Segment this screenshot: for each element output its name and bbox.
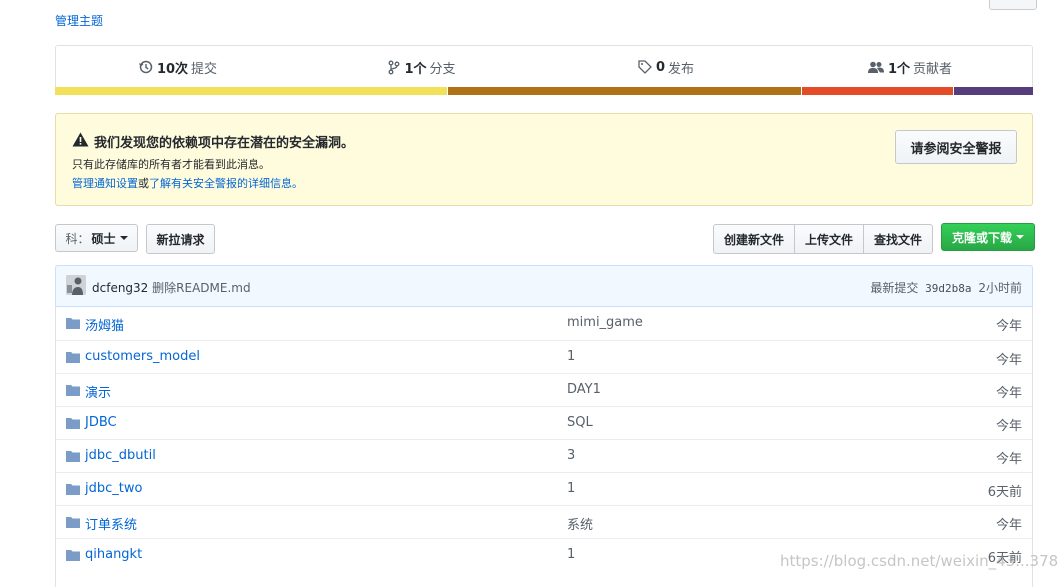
clone-download-button[interactable]: 克隆或下载 <box>941 223 1035 251</box>
file-name-link[interactable]: jdbc_dbutil <box>85 448 156 463</box>
commit-author-message: dcfeng32 删除README.md <box>92 279 251 296</box>
branch-prefix: 科： <box>65 231 90 246</box>
commits-count: 10次 <box>156 61 189 77</box>
clone-label: 克隆或下载 <box>951 230 1012 245</box>
table-row: jdbc_dbutil 3 今年 <box>56 439 1032 472</box>
folder-icon <box>66 483 80 499</box>
file-age: 今年 <box>995 452 1022 467</box>
file-name-link[interactable]: 汤姆猫 <box>85 315 124 334</box>
file-name-link[interactable]: qihangkt <box>85 547 142 562</box>
watermark: https://blog.csdn.net/weixin_43...378 <box>780 552 1059 570</box>
contributors-summary[interactable]: 1个 贡献者 <box>788 46 1032 88</box>
people-icon <box>867 61 884 74</box>
alert-title-row: 我们发现您的依赖项中存在潜在的安全漏洞。 <box>72 132 354 151</box>
folder-icon <box>66 549 80 565</box>
avatar[interactable] <box>66 275 86 295</box>
file-actions-group: 创建新文件 上传文件 查找文件 <box>713 224 934 254</box>
view-security-alerts-button[interactable]: 请参阅安全警报 <box>895 130 1017 164</box>
contributors-label: 贡献者 <box>913 61 953 77</box>
learn-more-alerts-link[interactable]: 了解有关安全警报的详细信息。 <box>149 177 303 190</box>
table-row: JDBC SQL 今年 <box>56 406 1032 439</box>
latest-commit-label: 最新提交 <box>870 281 919 295</box>
file-name-link[interactable]: 订单系统 <box>85 514 137 533</box>
file-age: 今年 <box>995 518 1022 533</box>
chevron-down-icon <box>119 236 128 240</box>
manage-topics-link[interactable]: 管理主题 <box>55 12 103 29</box>
table-row: 订单系统 系统 今年 <box>56 505 1032 538</box>
tag-icon <box>638 60 652 74</box>
table-row: jdbc_two 1 6天前 <box>56 472 1032 505</box>
folder-icon <box>66 450 80 466</box>
file-commit-message[interactable]: 系统 <box>567 514 593 533</box>
file-commit-message[interactable]: DAY1 <box>567 382 601 397</box>
file-name-link[interactable]: JDBC <box>85 415 117 430</box>
file-age: 今年 <box>995 386 1022 401</box>
branch-name: 硕士 <box>91 231 116 246</box>
branches-label: 分支 <box>429 61 456 77</box>
file-commit-message[interactable]: mimi_game <box>567 315 643 330</box>
branch-select-button[interactable]: 科： 硕士 <box>55 224 138 252</box>
file-commit-message[interactable]: SQL <box>567 415 593 430</box>
manage-notifications-link[interactable]: 管理通知设置 <box>72 177 138 190</box>
folder-icon <box>66 317 80 333</box>
language-bar-segment[interactable] <box>447 87 801 95</box>
contributors-count: 1个 <box>887 61 911 77</box>
releases-count: 0 <box>655 59 666 75</box>
file-age: 今年 <box>995 419 1022 434</box>
git-branch-icon <box>388 60 400 75</box>
security-alert: 我们发现您的依赖项中存在潜在的安全漏洞。 只有此存储库的所有者才能看到此消息。 … <box>55 113 1033 206</box>
history-icon <box>138 60 153 74</box>
file-commit-message[interactable]: 1 <box>567 349 575 364</box>
commits-label: 提交 <box>191 61 218 77</box>
file-commit-message[interactable]: 1 <box>567 481 575 496</box>
language-bar-segment[interactable] <box>954 87 1034 95</box>
releases-summary[interactable]: 0 发布 <box>544 46 788 88</box>
table-row: customers_model 1 今年 <box>56 340 1032 373</box>
file-name-link[interactable]: jdbc_two <box>85 481 142 496</box>
latest-commit-bar: dcfeng32 删除README.md 最新提交 39d2b8a 2小时前 <box>55 265 1033 307</box>
branches-count: 1个 <box>404 61 427 77</box>
chevron-down-icon <box>1016 235 1024 239</box>
file-name-link[interactable]: customers_model <box>85 349 200 364</box>
language-bar[interactable] <box>55 87 1034 95</box>
find-file-button[interactable]: 查找文件 <box>863 224 934 254</box>
commit-message[interactable]: 删除README.md <box>152 281 250 295</box>
folder-icon <box>66 384 80 400</box>
file-commit-message[interactable]: 1 <box>567 547 575 562</box>
partial-top-button[interactable] <box>989 0 1037 10</box>
table-row: 演示 DAY1 今年 <box>56 373 1032 406</box>
file-name-link[interactable]: 演示 <box>85 382 111 401</box>
latest-commit-info: 最新提交 39d2b8a 2小时前 <box>870 279 1022 296</box>
commit-sha[interactable]: 39d2b8a <box>925 282 971 295</box>
language-bar-segment[interactable] <box>55 87 447 95</box>
alert-or-text: 或 <box>138 177 149 190</box>
branches-summary[interactable]: 1个 分支 <box>300 46 544 88</box>
create-new-file-button[interactable]: 创建新文件 <box>713 224 796 254</box>
alert-triangle-icon <box>72 132 94 151</box>
folder-icon <box>66 417 80 433</box>
folder-icon <box>66 351 80 367</box>
alert-title: 我们发现您的依赖项中存在潜在的安全漏洞。 <box>94 136 355 151</box>
alert-owner-note: 只有此存储库的所有者才能看到此消息。 <box>72 158 270 171</box>
commit-time: 2小时前 <box>978 281 1022 295</box>
commits-summary[interactable]: 10次 提交 <box>56 46 300 88</box>
table-row: 汤姆猫 mimi_game 今年 <box>56 307 1032 340</box>
file-commit-message[interactable]: 3 <box>567 448 575 463</box>
alert-links-line: 管理通知设置或了解有关安全警报的详细信息。 <box>72 175 303 191</box>
folder-icon <box>66 516 80 532</box>
commit-author[interactable]: dcfeng32 <box>92 281 148 295</box>
releases-label: 发布 <box>668 61 695 77</box>
upload-files-button[interactable]: 上传文件 <box>794 224 865 254</box>
language-bar-segment[interactable] <box>801 87 954 95</box>
file-age: 今年 <box>995 319 1022 334</box>
file-age: 今年 <box>995 353 1022 368</box>
file-list: 汤姆猫 mimi_game 今年 customers_model 1 今年 演示 DAY1 今年… <box>55 307 1033 587</box>
new-pull-request-button[interactable]: 新拉请求 <box>146 224 215 254</box>
file-age: 6天前 <box>987 485 1022 500</box>
